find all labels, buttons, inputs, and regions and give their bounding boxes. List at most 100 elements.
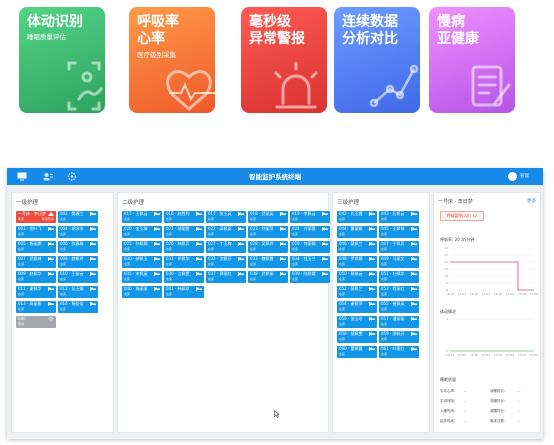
x-tick-label: 14:56 (470, 353, 478, 357)
bed-name: 037 · 郭丽红 (208, 271, 232, 276)
bed-name: 036 · 江佩雯 (166, 271, 190, 276)
bed-tile[interactable]: 051 · 杜佩华 在床 (379, 271, 419, 283)
bed-icon (369, 212, 375, 216)
bed-name: 061 · 叶丽红 (381, 346, 405, 351)
bed-tile[interactable]: 055 · 崔佩英 在床 (379, 301, 419, 313)
bed-tile[interactable]: 009 · 赵佩华 在床 (16, 271, 56, 283)
x-tick-label: 14:58 (494, 292, 502, 296)
bed-tile[interactable]: 010 · 王丽云 在床 (58, 271, 98, 283)
bed-tile[interactable]: 032 · 沈佩芬 在床 (206, 256, 246, 268)
bed-tile[interactable]: 033 · 魏佩霞 在床 (248, 256, 288, 268)
user-name[interactable]: 管理 (520, 173, 529, 179)
bed-tile[interactable]: 一号床 · 李日梦 离床 呼吸暂停 (16, 211, 56, 223)
bed-status: 在床 (339, 217, 346, 221)
bed-status: 离线 (18, 322, 25, 326)
bed-tile[interactable]: 003 · 倪叶飞 在床 (16, 226, 56, 238)
bed-tile[interactable]: 017 · 张玉英 在床 (206, 211, 246, 223)
card-subtitle: 睡眠质量评估 (27, 33, 66, 41)
bed-tile[interactable]: 005 · 杨丽娜 在床 (16, 241, 56, 253)
bed-tile[interactable]: 016 · 赵胜利 在床 (164, 211, 204, 223)
sleep-stat-label: 浅睡时长: (490, 399, 506, 403)
bed-tile[interactable]: 015 · 王佩云 在床 (122, 211, 162, 223)
x-tick-label: 14:56 (470, 292, 478, 296)
bed-tile[interactable]: 012 · 彭玉娟 在床 (58, 286, 98, 298)
bed-icon (280, 242, 286, 246)
bed-tile[interactable]: 043 · 石佩云 在床 (379, 211, 419, 223)
bed-name: 059 · 邵佩芬 (381, 331, 405, 336)
bed-status: 在床 (60, 292, 67, 296)
bed-tile[interactable]: 049 · 马丽文 在床 (379, 256, 419, 268)
bed-tile[interactable]: 014 · 杨佳佳 在床 (58, 301, 98, 313)
bed-tile[interactable]: 029 · 何丽娟 在床 (290, 241, 330, 253)
bed-tile[interactable]: 020 · 金玉梅 在床 (122, 226, 162, 238)
bed-tile[interactable]: 037 · 郭丽红 在床 (206, 271, 246, 283)
bed-status: 在床 (381, 277, 388, 281)
bed-tile[interactable]: 025 · 孙佩娟 在床 (122, 241, 162, 253)
bed-status: 在床 (250, 217, 257, 221)
bed-tile[interactable]: 019 · 李佩云 在床 (290, 211, 330, 223)
bed-status: 在床 (292, 247, 299, 251)
bed-icon (280, 272, 286, 276)
sleep-stat-label: 入睡时间: (440, 409, 456, 413)
bed-name: 019 · 李佩云 (292, 211, 316, 216)
bed-icon (411, 242, 417, 246)
bed-name: 015 · 王佩云 (124, 211, 148, 216)
bed-tile[interactable]: 056 · 邹玉珍 在床 (337, 316, 377, 328)
bed-tile[interactable]: 080 离线 (16, 316, 56, 328)
bed-tile[interactable]: 058 · 胡佩雯 在床 (337, 331, 377, 343)
bed-tile[interactable]: 035 · 宋佩英 在床 (122, 271, 162, 283)
bed-tile[interactable]: 061 · 叶丽红 在床 (379, 346, 419, 358)
bed-name: 042 · 孔玉霞 (339, 211, 363, 216)
bed-tile[interactable]: 057 · 潘丽丽 在床 (379, 316, 419, 328)
bed-tile[interactable]: 026 · 林佩芳 在床 (164, 241, 204, 253)
bed-name: 058 · 胡佩雯 (339, 331, 363, 336)
bed-tile[interactable]: 024 · 方丽霞 在床 (290, 226, 330, 238)
bed-tile[interactable]: 007 · 武佩林 在床 (16, 256, 56, 268)
bed-tile[interactable]: 011 · 谢佩华 在床 (16, 286, 56, 298)
bed-tile[interactable]: 050 · 蔡佩云 在床 (337, 271, 377, 283)
bed-status: 在床 (208, 277, 215, 281)
bed-tile[interactable]: 013 · 高丽影 在床 (16, 301, 56, 313)
detail-more-link[interactable]: 更多 (527, 198, 536, 204)
user-avatar[interactable] (508, 172, 517, 181)
bed-tile[interactable]: 044 · 曹丽娟 在床 (337, 226, 377, 238)
bed-tile[interactable]: 030 · 郝佩玉 在床 (122, 256, 162, 268)
screenshot: 体动识别 睡眠质量评估 呼吸率 心率 医疗级别采集 毫秒级 异常警报 连续数据 … (0, 0, 554, 445)
bed-tile[interactable]: 028 · 吴佩玲 在床 (248, 241, 288, 253)
bed-tile[interactable]: 048 · 罗佩娟 在床 (337, 256, 377, 268)
detail-title: 一号床 · 李日梦 (438, 199, 473, 205)
bed-tile[interactable]: 031 · 祁佩华 在床 (164, 256, 204, 268)
bed-icon (238, 257, 244, 261)
bed-tile[interactable]: 046 · 戴佩兰 在床 (337, 241, 377, 253)
y-tick-label: 20 (444, 260, 448, 264)
bed-name: 043 · 石佩云 (381, 211, 405, 216)
bed-tile[interactable]: 054 · 谢佩萍 在床 (337, 301, 377, 313)
bed-tile[interactable]: 060 · 董佩霞 在床 (337, 346, 377, 358)
bed-tile[interactable]: 002 · 樊珊兰 在床 (58, 211, 98, 223)
bed-tile[interactable]: 022 · 高佩英 在床 (206, 226, 246, 238)
bed-tile[interactable]: 034 · 钱玉兰 在床 (290, 256, 330, 268)
sleep-stat-value: -- (464, 399, 467, 403)
bed-tile[interactable]: 018 · 武丽英 在床 (248, 211, 288, 223)
bed-tile[interactable]: 047 · 于佩芳 在床 (379, 241, 419, 253)
bed-tile[interactable]: 021 · 胡丽雯 在床 (164, 226, 204, 238)
bed-tile[interactable]: 036 · 江佩雯 在床 (164, 271, 204, 283)
bed-tile[interactable]: 006 · 张春梅 在床 (58, 241, 98, 253)
bed-tile[interactable]: 038 · 武佩丽 在床 (248, 271, 288, 283)
bed-status: 在床 (124, 292, 131, 296)
bed-tile[interactable]: 027 · 丁玉梅 在床 (206, 241, 246, 253)
bed-tile[interactable]: 059 · 邵佩芬 在床 (379, 331, 419, 343)
bed-tile[interactable]: 040 · 施丽丽 在床 (122, 286, 162, 298)
bed-status: 在床 (166, 217, 173, 221)
bed-tile[interactable]: 004 · 胡冰冰 在床 (58, 226, 98, 238)
bed-tile[interactable]: 045 · 王佩琴 在床 (379, 226, 419, 238)
bed-tile[interactable]: 053 · 程丽红 在床 (379, 286, 419, 298)
bed-name: 030 · 郝佩玉 (124, 256, 148, 261)
bed-tile[interactable]: 008 · 赫佩玲 在床 (58, 256, 98, 268)
bed-tile[interactable]: 039 · 陆佩娥 在床 (290, 271, 330, 283)
bed-tile[interactable]: 042 · 孔玉霞 在床 (337, 211, 377, 223)
bed-tile[interactable]: 041 · 韩佩珍 在床 (164, 286, 204, 298)
bed-tile[interactable]: 023 · 刘丽萍 在床 (248, 226, 288, 238)
x-tick-label: 14:54 (446, 353, 454, 357)
bed-tile[interactable]: 052 · 薛佩兰 在床 (337, 286, 377, 298)
